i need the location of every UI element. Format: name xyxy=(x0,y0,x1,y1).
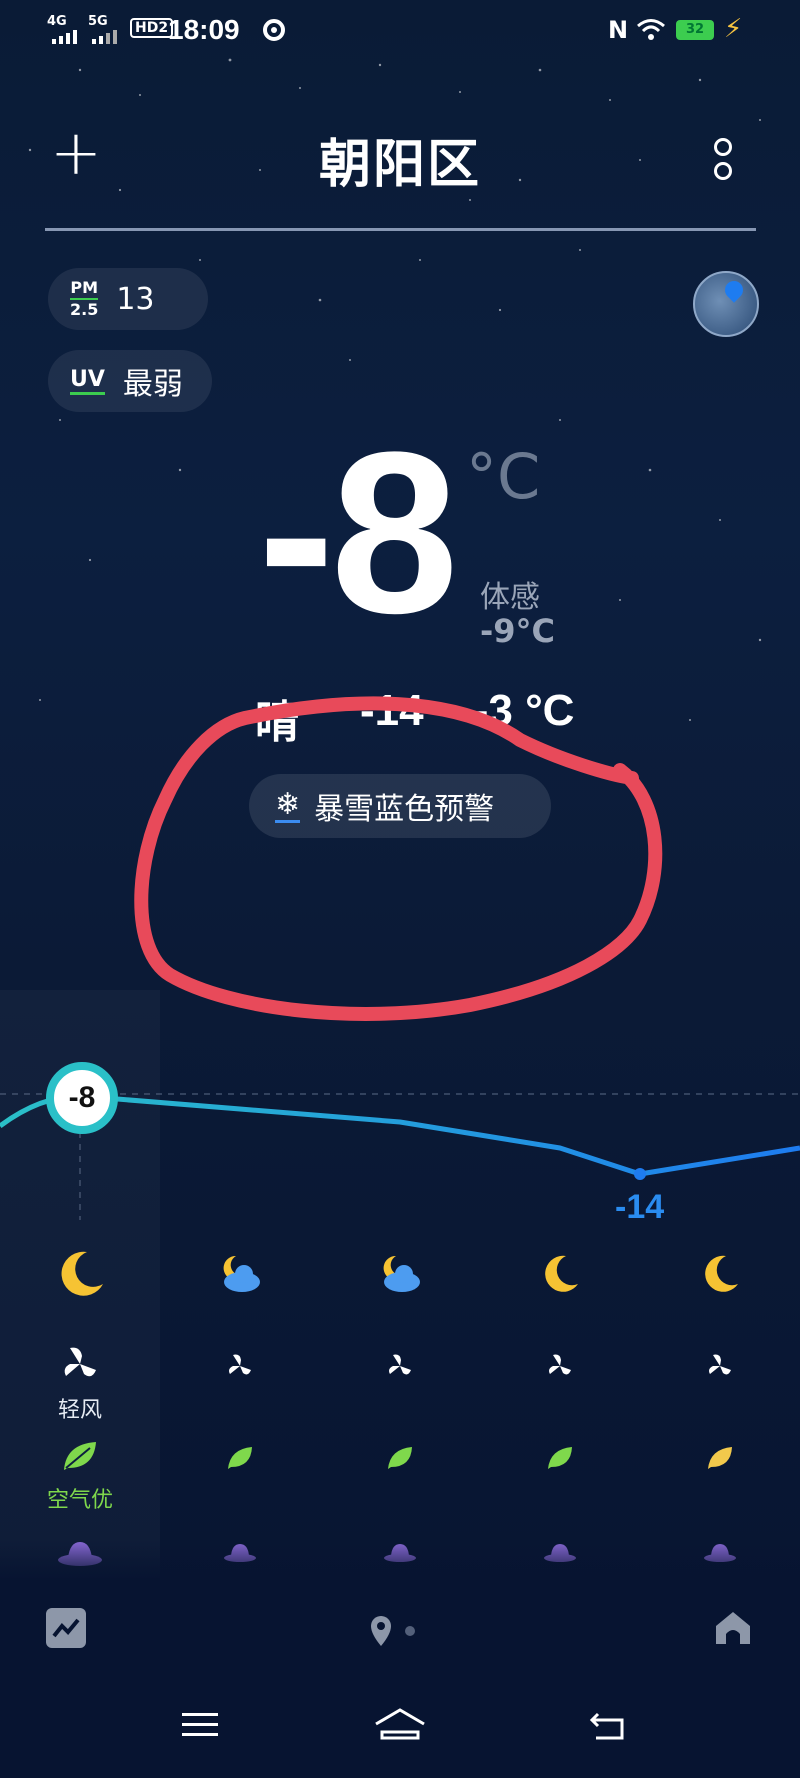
location-pin-icon xyxy=(721,277,747,303)
moon-icon xyxy=(705,1255,738,1292)
moon-cloud-icon xyxy=(383,1255,420,1292)
charging-icon: ⚡ xyxy=(724,14,743,44)
moon-icon xyxy=(545,1255,578,1292)
trend-icon xyxy=(52,1618,80,1638)
nfc-icon: N xyxy=(608,16,629,44)
temperature-line xyxy=(0,1093,800,1177)
menu-dot xyxy=(714,162,732,180)
hour-wind-3 xyxy=(510,1352,610,1384)
menu-dot xyxy=(714,138,732,156)
pm25-icon-bottom: 2.5 xyxy=(70,300,99,319)
hour-wind-0: 轻风 xyxy=(30,1344,130,1424)
recent-apps-icon[interactable] xyxy=(180,1710,220,1740)
signal-icon-2 xyxy=(92,30,117,44)
hour-air-0: 空气优 xyxy=(30,1438,130,1514)
more-options-button[interactable] xyxy=(712,138,734,186)
current-temperature: -8 xyxy=(258,404,459,661)
home-weather-button[interactable] xyxy=(712,1606,754,1648)
battery-indicator: 32 xyxy=(676,20,714,40)
hour-weather-0 xyxy=(30,1246,130,1302)
city-title: 朝阳区 xyxy=(318,135,481,195)
page-indicator-dot xyxy=(405,1626,415,1636)
snowflake-icon: ❄ xyxy=(275,786,301,823)
feels-like-value: -9°C xyxy=(480,612,556,650)
header-divider xyxy=(45,228,756,231)
network-4g-indicator: 4G xyxy=(47,14,67,29)
uv-icon: UV xyxy=(70,367,105,395)
uv-value: 最弱 xyxy=(122,367,183,402)
back-icon[interactable] xyxy=(588,1710,628,1742)
hourly-temperature-chart xyxy=(0,1093,800,1220)
weather-alert-button[interactable]: ❄ 暴雪蓝色预警 xyxy=(249,774,551,838)
weather-condition: 晴 xyxy=(255,697,299,748)
hour-wind-1 xyxy=(190,1352,290,1384)
hour-air-1 xyxy=(190,1444,290,1476)
wind-fan-icon xyxy=(64,1347,96,1377)
hour-air-3 xyxy=(510,1444,610,1476)
hour-weather-4 xyxy=(670,1252,770,1308)
wind-fan-icon xyxy=(229,1354,251,1375)
moon-icon xyxy=(61,1251,103,1296)
min-temp-point xyxy=(634,1168,646,1180)
leaf-icon xyxy=(548,1447,572,1469)
hour-air-4 xyxy=(670,1444,770,1476)
wind-fan-icon xyxy=(389,1354,411,1375)
leaf-icon xyxy=(228,1447,252,1469)
wind-fan-icon xyxy=(549,1354,571,1375)
leaf-icon xyxy=(708,1447,732,1469)
hour-weather-2 xyxy=(350,1252,450,1308)
wind-label: 轻风 xyxy=(57,1398,102,1423)
home-icon[interactable] xyxy=(372,1706,428,1742)
location-indicator-icon[interactable] xyxy=(368,1614,394,1648)
location-map-button[interactable] xyxy=(693,271,759,337)
hour-air-2 xyxy=(350,1444,450,1476)
min-temp-label: -14 xyxy=(615,1188,665,1226)
status-bar: 4G 5G HD2 18:09 N 32 ⚡ xyxy=(0,0,800,60)
wind-fan-icon xyxy=(709,1354,731,1375)
app-notification-icon xyxy=(263,19,285,41)
clock: 18:09 xyxy=(168,14,240,45)
pm25-badge[interactable]: PM 2.5 13 xyxy=(48,268,208,330)
trend-chart-button[interactable] xyxy=(46,1608,86,1648)
hour-weather-1 xyxy=(190,1252,290,1308)
air-quality-label: 空气优 xyxy=(46,1488,113,1513)
scroll-fade xyxy=(0,1540,800,1580)
temperature-unit: °C xyxy=(466,440,541,513)
moon-cloud-icon xyxy=(223,1255,260,1292)
pm25-icon-top: PM xyxy=(70,278,98,297)
signal-icon xyxy=(52,30,77,44)
pm25-value: 13 xyxy=(116,281,155,317)
current-temp-marker: -8 xyxy=(46,1062,118,1134)
leaf-icon xyxy=(64,1442,96,1470)
leaf-icon xyxy=(388,1447,412,1469)
hour-wind-4 xyxy=(670,1352,770,1384)
network-5g-indicator: 5G xyxy=(88,14,108,29)
bottom-bar xyxy=(0,1578,800,1778)
uv-badge[interactable]: UV 最弱 xyxy=(48,350,212,412)
feels-like-label: 体感 xyxy=(480,580,540,615)
hd-voice-badge: HD2 xyxy=(130,18,174,38)
wifi-icon xyxy=(637,19,665,40)
hour-wind-2 xyxy=(350,1352,450,1384)
alert-text: 暴雪蓝色预警 xyxy=(314,792,495,827)
temperature-range: -14 ~ -3 °C xyxy=(360,686,575,735)
hour-weather-3 xyxy=(510,1252,610,1308)
pm25-icon: PM 2.5 xyxy=(70,278,99,319)
